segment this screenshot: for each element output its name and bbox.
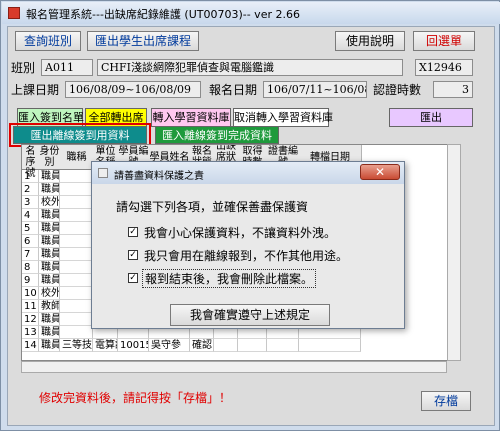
table-cell[interactable]: 確認	[190, 339, 214, 352]
export-offline-signin-button[interactable]: 匯出離線簽到用資料	[13, 126, 147, 144]
dialog-window-icon	[98, 168, 108, 178]
table-cell[interactable]	[214, 339, 238, 352]
signup-date-field: 106/07/11~106/08/09	[263, 81, 367, 98]
table-cell[interactable]	[60, 222, 93, 235]
table-cell[interactable]: 職員	[39, 326, 60, 339]
column-header[interactable]: 報名序號	[22, 145, 40, 179]
cancel-transfer-button[interactable]: 取消轉入學習資料庫	[233, 108, 333, 127]
table-cell[interactable]: 13	[22, 326, 39, 339]
table-cell[interactable]: 7	[22, 248, 39, 261]
table-cell[interactable]: 職員	[39, 170, 60, 183]
table-cell[interactable]: 8	[22, 261, 39, 274]
import-offline-complete-button[interactable]: 匯入離線簽到完成資料	[155, 126, 279, 144]
table-cell[interactable]: 10	[22, 287, 39, 300]
table-cell[interactable]	[60, 326, 93, 339]
table-cell[interactable]: 職員	[39, 248, 60, 261]
table-cell[interactable]: 職員	[39, 274, 60, 287]
window-title: 報名管理系統---出缺席紀錄維護 (UT00703)-- ver 2.66	[26, 8, 300, 21]
table-cell[interactable]: 職員	[39, 339, 60, 352]
save-reminder: 修改完資料後，請記得按「存檔」！	[39, 391, 232, 405]
table-cell[interactable]	[60, 287, 93, 300]
dialog-close-button[interactable]: ✕	[360, 164, 400, 180]
title-bar: 報名管理系統---出缺席紀錄維護 (UT00703)-- ver 2.66	[2, 2, 500, 24]
check-icon[interactable]: ✓	[128, 250, 138, 260]
signup-date-label: 報名日期	[209, 83, 258, 97]
table-cell[interactable]	[60, 209, 93, 222]
table-cell[interactable]	[238, 339, 267, 352]
table-cell[interactable]: 教師	[39, 300, 60, 313]
agreement-item-1: 我會小心保護資料，不讓資料外洩。	[144, 226, 337, 240]
course-name-field: CHFI淺談網際犯罪偵查與電腦鑑識	[97, 59, 403, 76]
table-cell[interactable]: 職員	[39, 183, 60, 196]
table-cell[interactable]: 職員	[39, 209, 60, 222]
class-date-label: 上課日期	[11, 83, 60, 97]
class-code-field: A011	[41, 59, 93, 76]
confirm-button[interactable]: 我會確實遵守上述規定	[170, 304, 330, 326]
save-button[interactable]: 存檔	[421, 391, 471, 411]
query-class-button[interactable]: 查詢班別	[15, 31, 81, 51]
table-cell[interactable]	[60, 235, 93, 248]
help-button[interactable]: 使用說明	[335, 31, 405, 51]
table-cell[interactable]: 1	[22, 170, 39, 183]
table-cell[interactable]: 14	[22, 339, 39, 352]
table-cell[interactable]: 2	[22, 183, 39, 196]
table-cell[interactable]	[299, 339, 361, 352]
column-header[interactable]: 身份別	[39, 145, 61, 170]
table-cell[interactable]: 電算調	[93, 339, 118, 352]
export-button[interactable]: 匯出	[389, 108, 473, 127]
table-cell[interactable]	[60, 248, 93, 261]
table-cell[interactable]: 9	[22, 274, 39, 287]
table-cell[interactable]: 6	[22, 235, 39, 248]
table-cell[interactable]: 5	[22, 222, 39, 235]
class-label: 班別	[11, 61, 36, 75]
table-cell[interactable]: 100157	[118, 339, 149, 352]
cert-hours-field: 3	[433, 81, 473, 98]
table-cell[interactable]: 校外	[39, 196, 60, 209]
table-cell[interactable]: 職員	[39, 313, 60, 326]
table-cell[interactable]: 職員	[39, 222, 60, 235]
dialog-instruction: 請勾選下列各項，並確保善盡保護資	[116, 200, 309, 214]
data-protection-dialog: 請善盡資料保護之責 ✕ 請勾選下列各項，並確保善盡保護資 ✓ 我會小心保護資料，…	[91, 161, 405, 329]
table-cell[interactable]	[60, 274, 93, 287]
class-number-field: X12946	[415, 59, 473, 76]
check-icon[interactable]: ✓	[128, 227, 138, 237]
check-icon[interactable]: ✓	[128, 273, 138, 283]
column-header[interactable]: 職稱	[60, 145, 94, 170]
transfer-to-learning-button[interactable]: 轉入學習資料庫	[151, 108, 231, 127]
table-cell[interactable]	[60, 183, 93, 196]
agreement-item-2: 我只會用在離線報到，不作其他用途。	[144, 249, 349, 263]
table-cell[interactable]: 校外	[39, 287, 60, 300]
table-cell[interactable]	[60, 300, 93, 313]
table-cell[interactable]	[60, 261, 93, 274]
class-date-field: 106/08/09~106/08/09	[65, 81, 201, 98]
table-cell[interactable]: 職員	[39, 235, 60, 248]
table-cell[interactable]: 職員	[39, 261, 60, 274]
table-cell[interactable]	[60, 196, 93, 209]
agreement-item-3: 報到結束後，我會刪除此檔案。	[142, 269, 317, 288]
vertical-scrollbar[interactable]	[447, 144, 461, 361]
app-icon	[8, 7, 20, 19]
table-cell[interactable]: 三等技術	[60, 339, 93, 352]
cert-hours-label: 認證時數	[373, 83, 422, 97]
table-cell[interactable]: 12	[22, 313, 39, 326]
dialog-title: 請善盡資料保護之責	[114, 171, 204, 182]
back-to-menu-button[interactable]: 回選單	[413, 31, 475, 51]
export-attendance-button[interactable]: 匯出學生出席課程	[87, 31, 199, 51]
dialog-title-bar: 請善盡資料保護之責 ✕	[92, 162, 404, 184]
table-cell[interactable]	[267, 339, 299, 352]
table-cell[interactable]: 4	[22, 209, 39, 222]
app-window: 報名管理系統---出缺席紀錄維護 (UT00703)-- ver 2.66 查詢…	[0, 0, 500, 431]
table-cell[interactable]: 11	[22, 300, 39, 313]
table-cell[interactable]	[60, 170, 93, 183]
horizontal-scrollbar[interactable]	[21, 361, 447, 373]
table-cell[interactable]	[60, 313, 93, 326]
table-cell[interactable]: 3	[22, 196, 39, 209]
table-cell[interactable]: 吳守參	[149, 339, 190, 352]
